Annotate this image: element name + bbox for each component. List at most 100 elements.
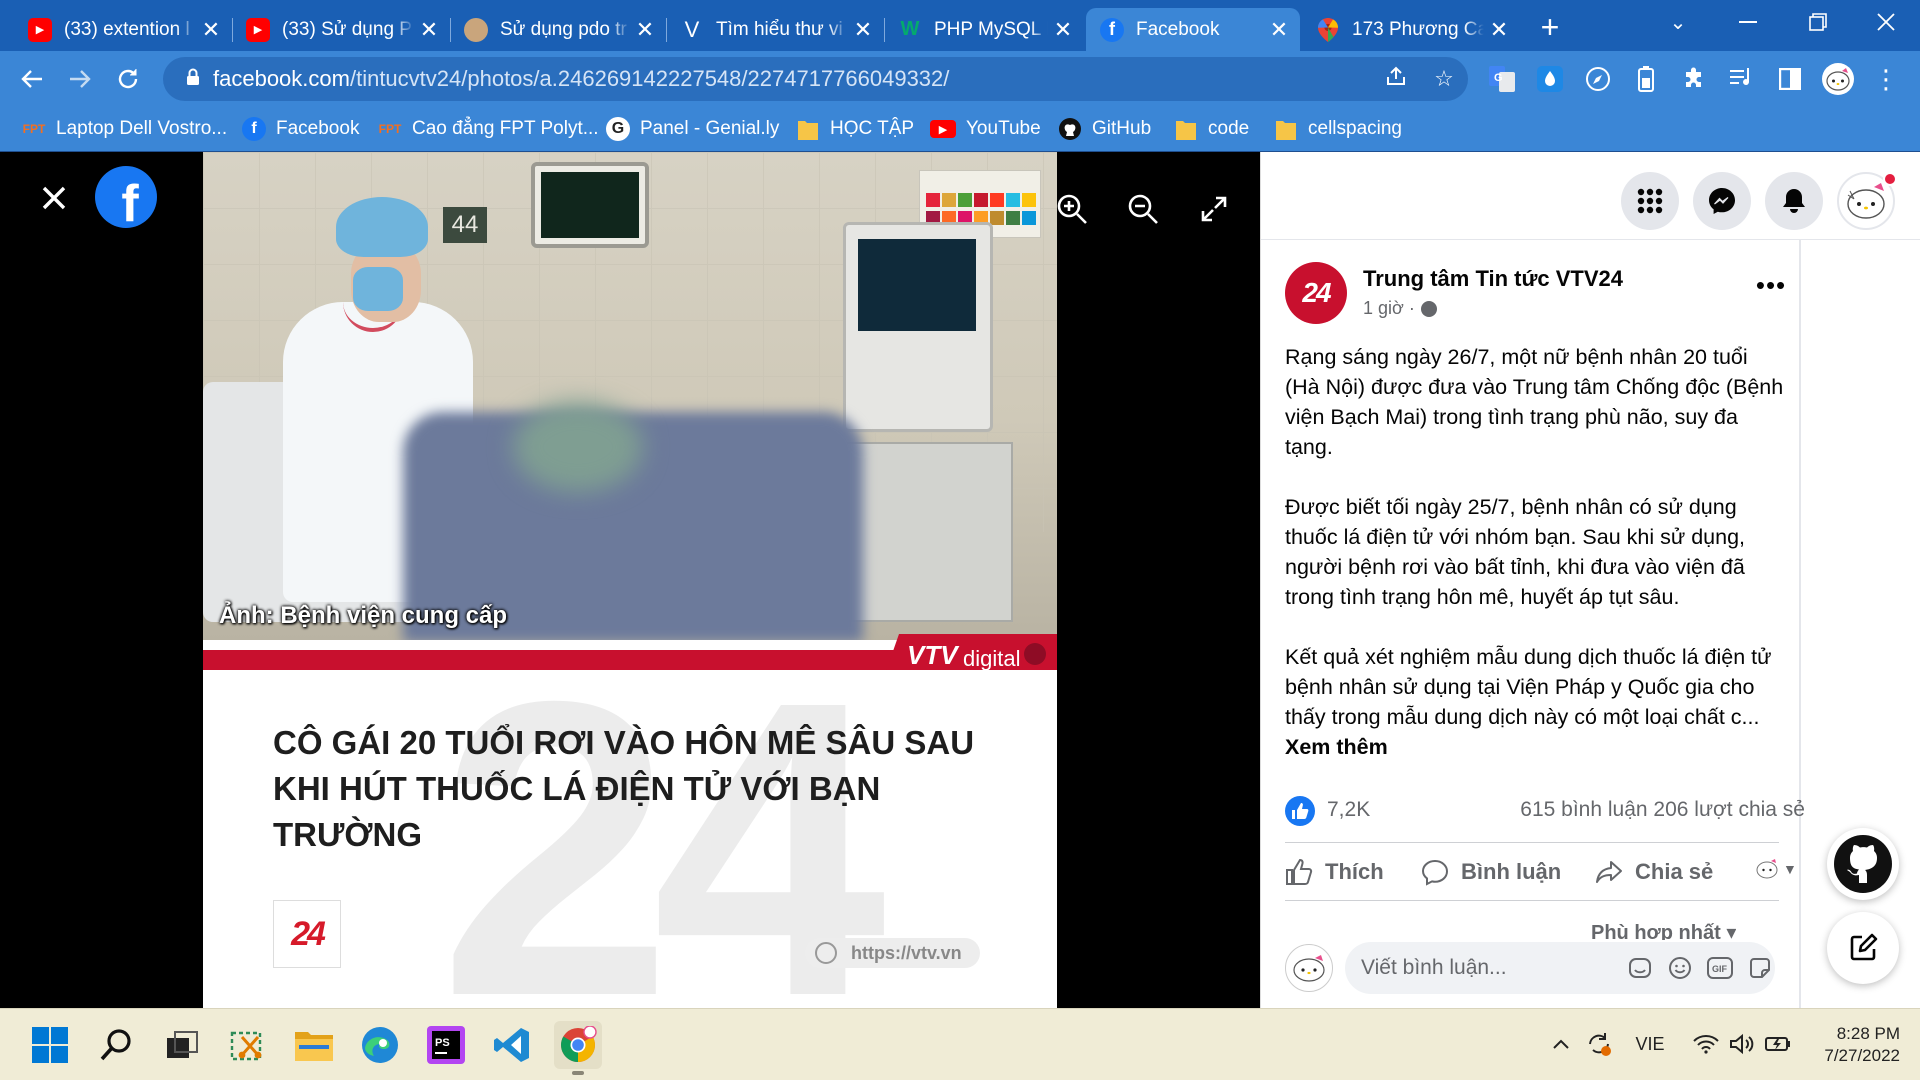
close-window-button[interactable] xyxy=(1850,0,1920,44)
like-label: Thích xyxy=(1325,859,1384,884)
like-button[interactable]: Thích xyxy=(1285,854,1384,890)
tab-title: PHP MySQL Kế xyxy=(934,18,1048,40)
patient-monitor xyxy=(531,162,649,248)
post-actions: Thích Bình luận Chia sẻ ▼ xyxy=(1285,846,1805,898)
raindrop-extension-icon[interactable] xyxy=(1534,63,1566,95)
bookmark-cellspacing[interactable]: cellspacing xyxy=(1274,113,1402,145)
react-as-selector[interactable]: ▼ xyxy=(1755,858,1797,880)
bookmark-github[interactable]: GitHub xyxy=(1058,113,1151,145)
extensions-puzzle-icon[interactable] xyxy=(1678,63,1710,95)
see-more-link[interactable]: Xem thêm xyxy=(1285,735,1388,759)
like-reaction-icon[interactable] xyxy=(1285,796,1315,826)
like-count[interactable]: 7,2K xyxy=(1327,798,1370,822)
new-tab-button[interactable]: + xyxy=(1535,8,1565,46)
tab-php-mysql[interactable]: W PHP MySQL Kế ✕ xyxy=(884,8,1084,51)
more-options-icon[interactable]: ••• xyxy=(1751,270,1791,310)
bookmark-youtube[interactable]: ▶ YouTube xyxy=(930,113,1041,145)
share-button[interactable]: Chia sẻ xyxy=(1595,854,1713,890)
gif-icon[interactable]: GIF xyxy=(1707,955,1733,981)
lock-icon[interactable] xyxy=(173,68,213,91)
sync-icon[interactable] xyxy=(1584,1029,1614,1059)
comment-button[interactable]: Bình luận xyxy=(1421,854,1561,890)
tab-google-maps[interactable]: 173 Phương Ca ✕ xyxy=(1302,8,1520,51)
tab-close-icon[interactable]: ✕ xyxy=(1264,17,1294,43)
tab-close-icon[interactable]: ✕ xyxy=(414,17,444,43)
bookmark-hoc-tap[interactable]: HỌC TẬP xyxy=(796,113,914,145)
thumbs-up-icon xyxy=(1285,858,1313,886)
task-view-icon[interactable] xyxy=(158,1021,206,1069)
back-button[interactable] xyxy=(12,59,52,99)
notifications-bell-icon[interactable] xyxy=(1765,172,1823,230)
post-photo: 44 Ảnh: Bệnh viện cung cấp VTV digital 2… xyxy=(203,152,1057,1008)
bookmark-laptop-dell[interactable]: FPT Laptop Dell Vostro... xyxy=(22,113,227,145)
page-name[interactable]: Trung tâm Tin tức VTV24 xyxy=(1363,266,1623,292)
bookmark-cao-dang-fpt[interactable]: FPT Cao đẳng FPT Polyt... xyxy=(378,113,599,145)
zoom-in-icon[interactable] xyxy=(1049,186,1095,232)
tab-search-chevron-icon[interactable]: ⌄ xyxy=(1642,0,1714,44)
snipping-tool-icon[interactable] xyxy=(224,1021,272,1069)
google-translate-icon[interactable]: G xyxy=(1486,63,1518,95)
tab-facebook[interactable]: f Facebook ✕ xyxy=(1086,8,1300,51)
user-avatar[interactable] xyxy=(1285,944,1333,992)
tab-su-dung-pdo[interactable]: Sử dụng pdo tr ✕ xyxy=(450,8,667,51)
avatar-sticker-icon[interactable] xyxy=(1627,955,1653,981)
comment-bubble-icon xyxy=(1421,858,1449,886)
tab-close-icon[interactable]: ✕ xyxy=(196,17,226,43)
page-avatar[interactable]: 24 xyxy=(1285,262,1347,324)
messenger-icon[interactable] xyxy=(1693,172,1751,230)
side-panel-icon[interactable] xyxy=(1774,63,1806,95)
tab-close-icon[interactable]: ✕ xyxy=(1484,17,1514,43)
tab-close-icon[interactable]: ✕ xyxy=(1048,17,1078,43)
show-hidden-icons-chevron[interactable] xyxy=(1548,1029,1574,1059)
svg-text:G: G xyxy=(1494,72,1503,84)
chrome-taskbar-icon[interactable] xyxy=(554,1021,602,1075)
compass-extension-icon[interactable] xyxy=(1582,63,1614,95)
vscode-icon[interactable] xyxy=(488,1021,536,1069)
bookmark-genially[interactable]: G Panel - Genial.ly xyxy=(606,113,779,145)
forward-button[interactable] xyxy=(60,59,100,99)
fullscreen-icon[interactable] xyxy=(1191,186,1237,232)
profile-avatar-icon[interactable] xyxy=(1822,63,1854,95)
restore-button[interactable] xyxy=(1782,0,1854,44)
sticker-icon[interactable] xyxy=(1747,955,1773,981)
minimize-button[interactable] xyxy=(1712,0,1784,44)
phpstorm-icon[interactable]: PS xyxy=(422,1021,470,1069)
reload-button[interactable] xyxy=(108,59,148,99)
bookmark-star-icon[interactable]: ☆ xyxy=(1420,66,1468,92)
tab-youtube-su-dung[interactable]: ▶ (33) Sử dụng P ✕ xyxy=(232,8,451,51)
bookmark-label: Facebook xyxy=(276,118,360,139)
volume-icon[interactable] xyxy=(1728,1029,1756,1059)
bookmark-code[interactable]: code xyxy=(1174,113,1249,145)
file-explorer-icon[interactable] xyxy=(290,1021,338,1069)
emoji-icon[interactable] xyxy=(1667,955,1693,981)
comment-sort-selector[interactable]: Phù hợp nhất ▾ xyxy=(1591,920,1736,940)
edge-browser-icon[interactable] xyxy=(356,1021,404,1069)
tab-close-icon[interactable]: ✕ xyxy=(848,17,878,43)
address-bar[interactable]: facebook.com/tintucvtv24/photos/a.246269… xyxy=(163,57,1468,101)
url-text[interactable]: facebook.com/tintucvtv24/photos/a.246269… xyxy=(213,66,1372,92)
share-icon[interactable] xyxy=(1372,65,1420,93)
chrome-menu-icon[interactable]: ⋮ xyxy=(1870,63,1902,95)
media-queue-icon[interactable] xyxy=(1726,63,1758,95)
system-clock[interactable]: 8:28 PM 7/27/2022 xyxy=(1800,1023,1900,1067)
input-language[interactable]: VIE xyxy=(1628,1029,1672,1059)
menu-grid-icon[interactable] xyxy=(1621,172,1679,230)
close-viewer-icon[interactable] xyxy=(34,178,74,218)
comment-share-count[interactable]: 615 bình luận 206 lượt chia sẻ xyxy=(1520,798,1805,822)
zoom-out-icon[interactable] xyxy=(1120,186,1166,232)
new-message-button[interactable] xyxy=(1827,912,1899,984)
youtube-icon: ▶ xyxy=(246,17,270,42)
wifi-icon[interactable] xyxy=(1692,1029,1720,1059)
tab-youtube-extention[interactable]: ▶ (33) extention l ✕ xyxy=(14,8,233,51)
windows-start-icon[interactable] xyxy=(26,1021,74,1069)
github-floating-button[interactable] xyxy=(1827,828,1899,900)
tab-tim-hieu-thu-vien[interactable]: V Tìm hiểu thư vi ✕ xyxy=(666,8,885,51)
hospital-scene-image: 44 Ảnh: Bệnh viện cung cấp xyxy=(203,152,1057,640)
battery-charging-icon[interactable] xyxy=(1764,1029,1792,1059)
battery-extension-icon[interactable] xyxy=(1630,63,1662,95)
search-icon[interactable] xyxy=(92,1021,140,1069)
bookmark-facebook[interactable]: f Facebook xyxy=(242,113,359,145)
post-time[interactable]: 1 giờ · xyxy=(1363,298,1415,319)
facebook-logo-icon[interactable]: f xyxy=(95,166,157,228)
tab-close-icon[interactable]: ✕ xyxy=(630,17,660,43)
